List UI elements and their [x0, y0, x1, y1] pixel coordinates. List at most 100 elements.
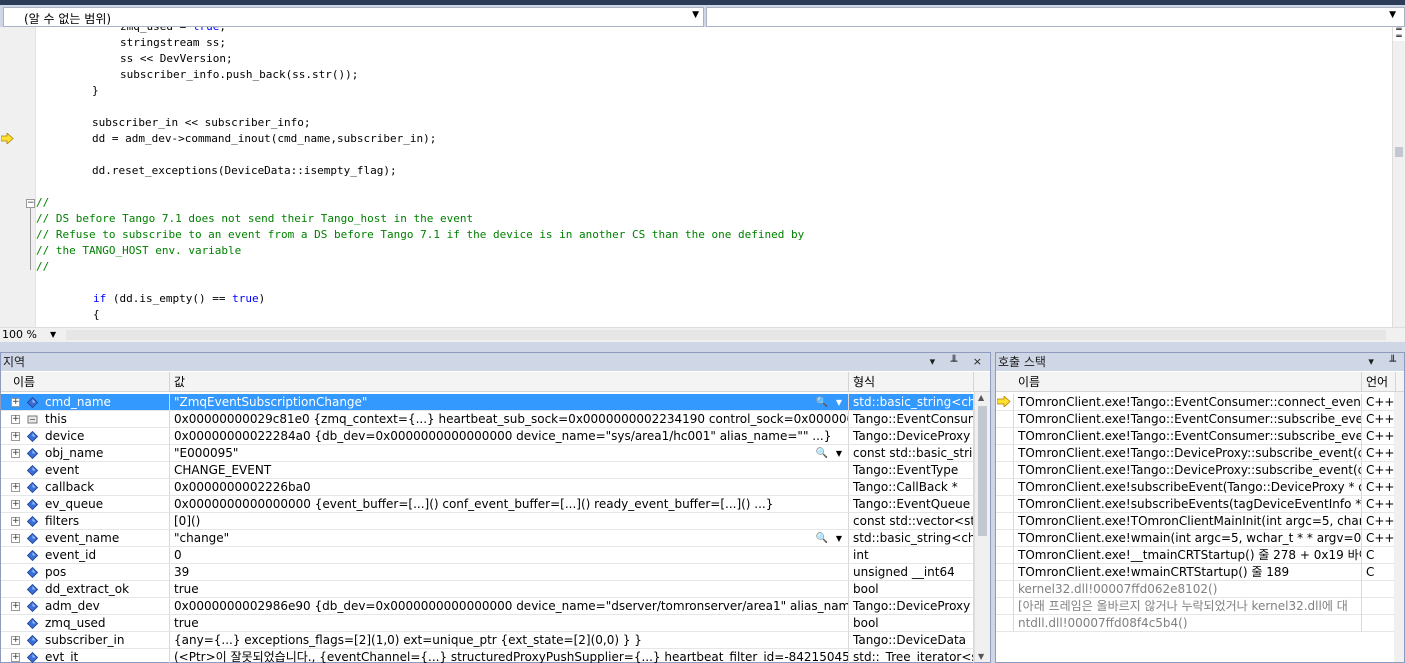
call-stack-frame[interactable]: TOmronClient.exe!wmainCRTStartup() 줄 189…	[996, 564, 1396, 581]
code-line[interactable]: // the TANGO_HOST env. variable	[36, 243, 241, 259]
variable-value[interactable]: 0x0000000002226ba0	[170, 479, 849, 496]
expand-icon[interactable]: +	[11, 449, 20, 458]
locals-row[interactable]: callback +0x0000000002226ba0 Tango::CallBa…	[1, 479, 974, 496]
text-visualizer-icon[interactable]: 🔍	[816, 530, 828, 546]
variable-value[interactable]: {any={...} exceptions_flags=[2](1,0) ext…	[170, 632, 849, 649]
expand-icon[interactable]: +	[11, 534, 20, 543]
variable-value[interactable]: "ZmqEventSubscriptionChange" 🔍 ▼	[170, 394, 849, 411]
code-line[interactable]: dd.reset_exceptions(DeviceData::isempty_…	[92, 163, 397, 179]
locals-row[interactable]: event CHANGE_EVENT Tango::EventType	[1, 462, 974, 479]
code-editor[interactable]: − zmq_used = true;stringstream ss;ss << …	[0, 27, 1405, 327]
scrollbar-thumb[interactable]	[1395, 147, 1403, 157]
code-line[interactable]: dd = adm_dev->command_inout(cmd_name,sub…	[92, 131, 436, 147]
chevron-down-icon[interactable]: ▼	[836, 445, 842, 461]
locals-vertical-scrollbar[interactable]: ▲ ▼	[974, 392, 990, 662]
column-header-value[interactable]: 값	[170, 372, 849, 392]
chevron-down-icon[interactable]: ▼	[836, 394, 842, 410]
column-header-type[interactable]: 형식	[849, 372, 974, 392]
call-stack-frame[interactable]: TOmronClient.exe!subscribeEvent(Tango::D…	[996, 479, 1396, 496]
chevron-down-icon[interactable]: ▼	[836, 530, 842, 546]
editor-margin[interactable]: −	[0, 27, 36, 327]
variable-value[interactable]: true	[170, 615, 849, 632]
variable-value[interactable]: true	[170, 581, 849, 598]
variable-value[interactable]: 0x00000000029c81e0 {zmq_context={...} he…	[170, 411, 849, 428]
locals-row[interactable]: dd_extract_ok true bool	[1, 581, 974, 598]
expand-icon[interactable]: +	[11, 500, 20, 509]
locals-row[interactable]: zmq_used true bool	[1, 615, 974, 632]
expand-icon[interactable]: +	[11, 602, 20, 611]
call-stack-frame[interactable]: TOmronClient.exe!TOmronClientMainInit(in…	[996, 513, 1396, 530]
call-stack-frame[interactable]: TOmronClient.exe!subscribeEvents(tagDevi…	[996, 496, 1396, 513]
locals-row[interactable]: event_id 0 int	[1, 547, 974, 564]
variable-value[interactable]: (<Ptr>이 잘못되었습니다., {eventChannel={...} st…	[170, 649, 849, 663]
expand-icon[interactable]: +	[11, 517, 20, 526]
locals-row[interactable]: adm_dev +0x0000000002986e90 {db_dev=0x000…	[1, 598, 974, 615]
locals-row[interactable]: event_name + "change" 🔍 ▼ std::basic_string<c…	[1, 530, 974, 547]
split-window-icon[interactable]: ═ ═	[1393, 26, 1405, 42]
call-stack-frame[interactable]: [아래 프레임은 올바르지 않거나 누락되었거나 kernel32.dll에 대	[996, 598, 1396, 615]
code-line[interactable]: stringstream ss;	[120, 35, 226, 51]
code-line[interactable]: if (dd.is_empty() == true)	[93, 291, 265, 307]
variable-value[interactable]: 0	[170, 547, 849, 564]
variable-value[interactable]: 39	[170, 564, 849, 581]
call-stack-frame[interactable]: TOmronClient.exe!Tango::DeviceProxy::sub…	[996, 462, 1396, 479]
code-line[interactable]: {	[93, 307, 100, 323]
locals-row[interactable]: obj_name + "E000095" 🔍 ▼ const std::basic_str…	[1, 445, 974, 462]
locals-row[interactable]: pos 39 unsigned __int64	[1, 564, 974, 581]
code-line[interactable]: zmq_used = true;	[120, 27, 226, 35]
call-stack-frame[interactable]: kernel32.dll!00007ffd062e8102()	[996, 581, 1396, 598]
text-visualizer-icon[interactable]: 🔍	[816, 445, 828, 461]
variable-value[interactable]: [0]()	[170, 513, 849, 530]
call-stack-vertical-scrollbar[interactable]	[1394, 392, 1404, 662]
locals-row[interactable]: cmd_name + "ZmqEventSubscriptionChange" 🔍 ▼ s…	[1, 394, 974, 411]
call-stack-frame[interactable]: TOmronClient.exe!Tango::DeviceProxy::sub…	[996, 445, 1396, 462]
locals-row[interactable]: filters + [0]() const std::vector<std::	[1, 513, 974, 530]
column-header-language[interactable]: 언어	[1362, 372, 1396, 392]
column-header-name[interactable]: 이름	[1014, 372, 1362, 392]
zoom-level[interactable]: 100 %	[2, 328, 37, 341]
variable-value[interactable]: "change" 🔍 ▼	[170, 530, 849, 547]
code-line[interactable]: }	[92, 83, 99, 99]
expand-icon[interactable]: +	[11, 483, 20, 492]
call-stack-frame[interactable]: TOmronClient.exe!Tango::EventConsumer::s…	[996, 411, 1396, 428]
panel-window-controls[interactable]: ▾ ╨	[1368, 353, 1402, 371]
variable-value[interactable]: "E000095" 🔍 ▼	[170, 445, 849, 462]
call-stack-frame[interactable]: ntdll.dll!00007ffd08f4c5b4()	[996, 615, 1396, 632]
expand-icon[interactable]: +	[11, 636, 20, 645]
outline-collapse-icon[interactable]: −	[26, 199, 35, 208]
expand-icon[interactable]: +	[11, 653, 20, 662]
code-line[interactable]: ss << DevVersion;	[120, 51, 233, 67]
member-dropdown[interactable]: ▼	[706, 7, 1405, 27]
panel-window-controls[interactable]: ▾ ╨ ×	[930, 353, 988, 371]
scroll-down-icon[interactable]: ▼	[978, 652, 984, 661]
call-stack-frame[interactable]: TOmronClient.exe!Tango::EventConsumer::c…	[996, 394, 1396, 411]
variable-value[interactable]: 0x0000000000000000 {event_buffer=[...]()…	[170, 496, 849, 513]
locals-row[interactable]: ev_queue +0x0000000000000000 {event_buffe…	[1, 496, 974, 513]
call-stack-frame[interactable]: TOmronClient.exe!__tmainCRTStartup() 줄 2…	[996, 547, 1396, 564]
chevron-down-icon[interactable]: ▼	[50, 330, 56, 339]
code-line[interactable]: subscriber_in << subscriber_info;	[92, 115, 311, 131]
expand-icon[interactable]: +	[11, 398, 20, 407]
variable-value[interactable]: 0x00000000022284a0 {db_dev=0x00000000000…	[170, 428, 849, 445]
editor-vertical-scrollbar[interactable]	[1392, 27, 1405, 327]
expand-icon[interactable]: +	[11, 415, 20, 424]
editor-horizontal-scrollbar[interactable]	[66, 330, 1386, 340]
scroll-up-icon[interactable]: ▲	[978, 393, 984, 402]
variable-value[interactable]: CHANGE_EVENT	[170, 462, 849, 479]
code-line[interactable]: subscriber_info.push_back(ss.str());	[120, 67, 358, 83]
text-visualizer-icon[interactable]: 🔍	[816, 394, 828, 410]
call-stack-frame[interactable]: TOmronClient.exe!Tango::EventConsumer::s…	[996, 428, 1396, 445]
code-line[interactable]: //	[36, 195, 49, 211]
code-area[interactable]: zmq_used = true;stringstream ss;ss << De…	[36, 27, 1392, 327]
locals-row[interactable]: device +0x00000000022284a0 {db_dev=0x0000…	[1, 428, 974, 445]
scope-dropdown[interactable]: (알 수 없는 범위) ▼	[3, 7, 704, 27]
locals-row[interactable]: evt_it + (<Ptr>이 잘못되었습니다., {eventChannel={…	[1, 649, 974, 663]
scrollbar-thumb[interactable]	[978, 406, 987, 536]
code-line[interactable]: // DS before Tango 7.1 does not send the…	[36, 211, 473, 227]
locals-row[interactable]: subscriber_in + {any={...} exceptions_flag…	[1, 632, 974, 649]
call-stack-frame[interactable]: TOmronClient.exe!wmain(int argc=5, wchar…	[996, 530, 1396, 547]
variable-value[interactable]: 0x0000000002986e90 {db_dev=0x00000000000…	[170, 598, 849, 615]
column-header-name[interactable]: 이름	[9, 372, 170, 392]
code-line[interactable]: //	[36, 259, 49, 275]
locals-row[interactable]: this +0x00000000029c81e0 {zmq_context={..…	[1, 411, 974, 428]
